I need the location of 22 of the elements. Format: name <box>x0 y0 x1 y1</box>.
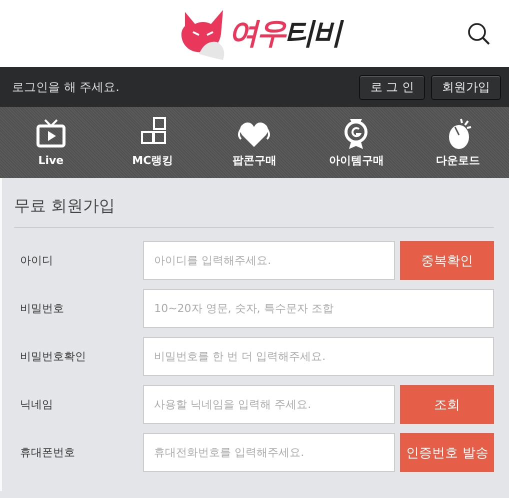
login-button[interactable]: 로 그 인 <box>359 74 425 100</box>
input-field[interactable]: 비밀번호를 한 번 더 입력해주세요. <box>143 337 494 376</box>
input-field[interactable]: 사용할 닉네임을 입력해 주세요. <box>143 385 396 424</box>
nav-item[interactable]: 다운로드 <box>407 107 509 178</box>
input-field[interactable]: 10~20자 영문, 숫자, 특수문자 조합 <box>143 289 494 328</box>
field-label: 휴대폰번호 <box>19 445 76 460</box>
field-label: 비밀번호확인 <box>19 349 87 364</box>
input-field[interactable]: 휴대전화번호를 입력해주세요. <box>143 433 396 472</box>
nav-item[interactable]: MC랭킹 <box>102 107 204 178</box>
logo-text[interactable]: 여우티비 <box>228 13 340 54</box>
login-prompt: 로그인을 해 주세요. <box>12 78 120 96</box>
input-field[interactable]: 아이디를 입력해주세요. <box>143 241 396 280</box>
signup-button[interactable]: 회원가입 <box>431 74 501 100</box>
field-label: 닉네임 <box>19 397 54 412</box>
form-title: 무료 회원가입 <box>14 196 116 217</box>
nav-item[interactable]: 아이템구매 <box>305 107 408 178</box>
search-icon[interactable] <box>467 22 491 46</box>
fox-logo-icon <box>178 8 226 60</box>
field-label: 비밀번호 <box>19 301 65 316</box>
field-label: 아이디 <box>19 253 54 268</box>
nav-item[interactable]: Live <box>0 107 102 178</box>
nav-item[interactable]: 팝콘구매 <box>204 107 306 178</box>
